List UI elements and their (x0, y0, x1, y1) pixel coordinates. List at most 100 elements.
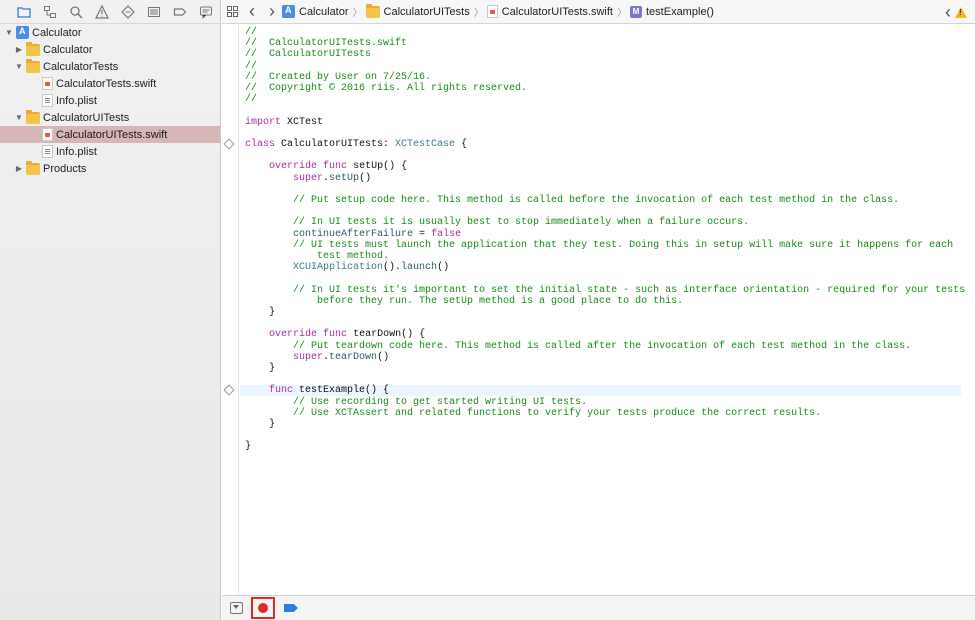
code-token: (). (383, 262, 402, 273)
source-control-icon[interactable] (37, 0, 63, 24)
code-line: class CalculatorUITests: XCTestCase { (245, 139, 467, 150)
project-navigator-icon[interactable] (11, 0, 37, 24)
code-token: // Copyright © 2016 riis. All rights res… (245, 83, 528, 94)
tree-item-label: Calculator (43, 43, 93, 56)
code-token: // Created by User on 7/25/16. (245, 72, 432, 83)
code-token: before they run. The setUp method is a g… (317, 296, 684, 307)
tree-item[interactable]: ▶ Calculator (0, 41, 220, 58)
tree-item[interactable]: Info.plist (0, 92, 220, 109)
tree-item[interactable]: ▼ Calculator (0, 24, 220, 41)
code-line: before they run. The setUp method is a g… (245, 296, 683, 307)
jump-bar: ‹ › Calculator 〉 CalculatorUITests 〉 Cal… (222, 0, 975, 24)
disclosure-right-icon[interactable]: ▶ (14, 164, 24, 174)
code-token: // Use XCTAssert and related functions t… (293, 408, 822, 419)
code-token: () (437, 262, 450, 273)
code-line: } (245, 307, 275, 318)
related-items-icon[interactable] (222, 0, 242, 24)
editor-gutter[interactable] (222, 25, 239, 595)
code-line: // (245, 27, 257, 38)
code-line: // UI tests must launch the application … (245, 240, 953, 251)
disclosure-down-icon[interactable]: ▼ (4, 28, 14, 38)
debug-icon[interactable] (141, 0, 167, 24)
code-line: continueAfterFailure = false (245, 229, 461, 240)
run-test-diamond-icon[interactable] (223, 384, 235, 396)
run-test-diamond-icon[interactable] (223, 138, 235, 150)
code-line: } (245, 363, 275, 374)
crumb-group-label: CalculatorUITests (383, 5, 470, 18)
swift-file-icon (42, 128, 53, 141)
warning-icon[interactable] (89, 0, 115, 24)
crumb-file[interactable]: CalculatorUITests.swift (486, 5, 613, 18)
code-token: // Use recording to get started writing … (293, 397, 588, 408)
tree-item[interactable]: Info.plist (0, 143, 220, 160)
code-line: import XCTest (245, 117, 323, 128)
record-ui-test-button[interactable] (251, 597, 275, 619)
hide-debug-area-button[interactable] (230, 602, 243, 614)
previous-issue-button[interactable]: ‹ (945, 2, 951, 23)
report-icon[interactable] (193, 0, 219, 24)
code-token: // Put setup code here. This method is c… (293, 195, 900, 206)
breakpoint-icon[interactable] (167, 0, 193, 24)
code-line: // Put teardown code here. This method i… (245, 341, 911, 352)
issue-navigation: ‹ (945, 0, 967, 24)
forward-button[interactable]: › (262, 0, 282, 24)
tree-item[interactable]: CalculatorUITests.swift (0, 126, 220, 143)
crumb-project-label: Calculator (299, 5, 349, 18)
code-line: super.tearDown() (245, 352, 389, 363)
chevron-right-icon: 〉 (352, 8, 363, 19)
code-token: import (245, 117, 282, 128)
code-token: override (269, 329, 318, 340)
code-token: func (269, 385, 294, 396)
code-line: // CalculatorUITests.swift (245, 38, 407, 49)
crumb-method[interactable]: M testExample() (630, 5, 714, 18)
code-token: } (245, 419, 276, 430)
code-token: () (377, 352, 390, 363)
project-icon (16, 26, 29, 39)
breakpoints-toggle-button[interactable] (284, 604, 298, 612)
tree-item[interactable]: ▼ CalculatorUITests (0, 109, 220, 126)
code-line: // In UI tests it's important to set the… (245, 285, 965, 296)
code-token: func (323, 329, 348, 340)
disclosure-down-icon[interactable]: ▼ (14, 62, 24, 72)
tree-item-label: CalculatorUITests (43, 111, 130, 124)
warning-icon[interactable] (955, 6, 967, 18)
search-icon[interactable] (63, 0, 89, 24)
crumb-group[interactable]: CalculatorUITests (365, 3, 470, 18)
tree-item[interactable]: ▼ CalculatorTests (0, 58, 220, 75)
tree-item-label: Calculator (32, 26, 82, 39)
source-editor[interactable]: //// CalculatorUITests.swift// Calculato… (240, 25, 975, 595)
code-line: // In UI tests it is usually best to sto… (245, 217, 749, 228)
tree-item[interactable]: CalculatorTests.swift (0, 75, 220, 92)
code-token: // CalculatorUITests (245, 49, 372, 60)
crumb-method-label: testExample() (646, 5, 714, 18)
code-line: // Copyright © 2016 riis. All rights res… (245, 83, 527, 94)
code-token: override (269, 161, 318, 172)
code-token: tearDown() { (347, 329, 426, 340)
back-button[interactable]: ‹ (242, 0, 262, 24)
code-token: continueAfterFailure (293, 229, 414, 240)
code-line: } (245, 419, 275, 430)
code-token: XCTestCase (395, 139, 456, 150)
code-line: // Put setup code here. This method is c… (245, 195, 899, 206)
disclosure-down-icon[interactable]: ▼ (14, 113, 24, 123)
code-line: // Use recording to get started writing … (245, 397, 587, 408)
tree-item[interactable]: ▶ Products (0, 160, 220, 177)
tree-item-label: CalculatorUITests.swift (56, 128, 168, 141)
test-navigator-icon[interactable] (115, 0, 141, 24)
crumb-project[interactable]: Calculator (282, 5, 349, 18)
disclosure-right-icon[interactable]: ▶ (14, 45, 24, 55)
tree-item-label: CalculatorTests (43, 60, 119, 73)
code-line: override func tearDown() { (245, 329, 425, 340)
code-token: { (455, 139, 468, 150)
